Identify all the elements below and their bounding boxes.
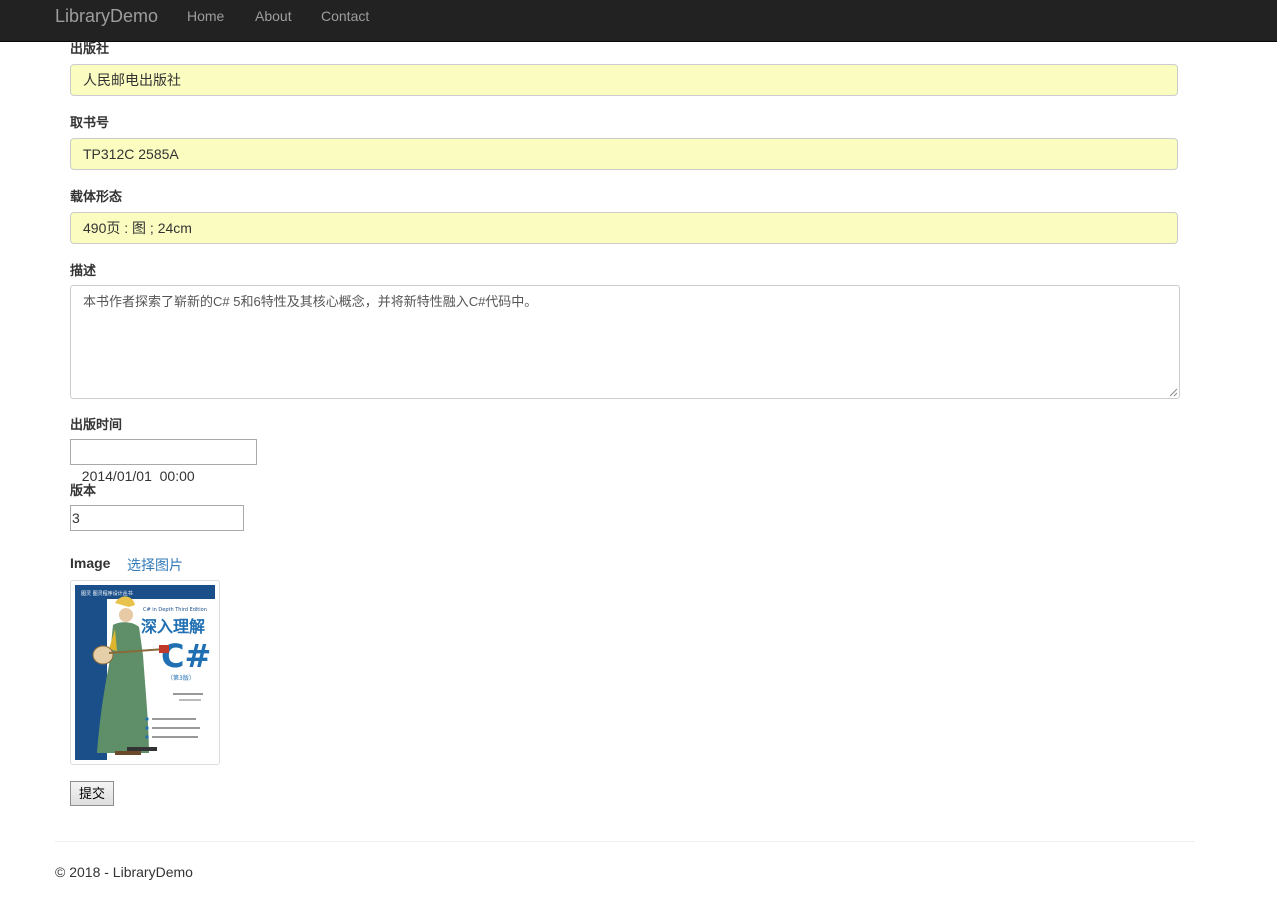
footer-divider — [55, 841, 1195, 842]
format-label: 载体形态 — [70, 189, 123, 204]
call-number-value: TP312C 2585A — [83, 146, 179, 162]
navbar: LibraryDemo Home About Contact — [0, 0, 1277, 42]
cover-subtitle: C# in Depth Third Edition — [143, 607, 207, 613]
nav-link-home[interactable]: Home — [187, 8, 224, 24]
publisher-label: 出版社 — [70, 41, 110, 56]
description-textarea[interactable]: 本书作者探索了崭新的C# 5和6特性及其核心概念，并将新特性融入C#代码中。 — [70, 285, 1180, 399]
cover-edition: （第3版） — [167, 674, 195, 682]
cover-series: 图灵 图灵程序设计丛书 — [81, 590, 133, 597]
description-label: 描述 — [70, 263, 97, 278]
publisher-input[interactable]: 人民邮电出版社 — [70, 64, 1178, 96]
book-cover-thumbnail: 图灵 图灵程序设计丛书 C# in Depth Third Edition 深入… — [70, 580, 220, 765]
call-number-label: 取书号 — [70, 115, 110, 130]
description-value: 本书作者探索了崭新的C# 5和6特性及其核心概念，并将新特性融入C#代码中。 — [83, 294, 538, 309]
resize-grip-icon[interactable] — [1169, 388, 1178, 397]
footer-text: © 2018 - LibraryDemo — [55, 864, 193, 880]
cover-title-cn: 深入理解 — [141, 617, 205, 636]
edition-input[interactable]: 3 — [70, 505, 244, 531]
format-input[interactable]: 490页 : 图 ; 24cm — [70, 212, 1178, 244]
book-cover-image: 图灵 图灵程序设计丛书 C# in Depth Third Edition 深入… — [75, 585, 215, 760]
nav-link-about[interactable]: About — [255, 8, 292, 24]
call-number-input[interactable]: TP312C 2585A — [70, 138, 1178, 170]
publish-date-label: 出版时间 — [70, 417, 123, 432]
navbar-brand[interactable]: LibraryDemo — [55, 6, 158, 26]
edition-label: 版本 — [70, 483, 97, 498]
cover-title-csharp: C# — [161, 637, 211, 675]
image-label: Image — [70, 555, 111, 571]
nav-link-contact[interactable]: Contact — [321, 8, 369, 24]
publish-date-input[interactable]: 2014/01/01 00:00 — [70, 439, 257, 484]
edition-value: 3 — [72, 510, 80, 526]
format-value: 490页 : 图 ; 24cm — [83, 220, 192, 236]
publisher-value: 人民邮电出版社 — [83, 72, 181, 88]
publish-date-value: 2014/01/01 00:00 — [81, 468, 195, 484]
choose-image-link[interactable]: 选择图片 — [127, 555, 183, 575]
submit-button[interactable]: 提交 — [70, 781, 114, 806]
